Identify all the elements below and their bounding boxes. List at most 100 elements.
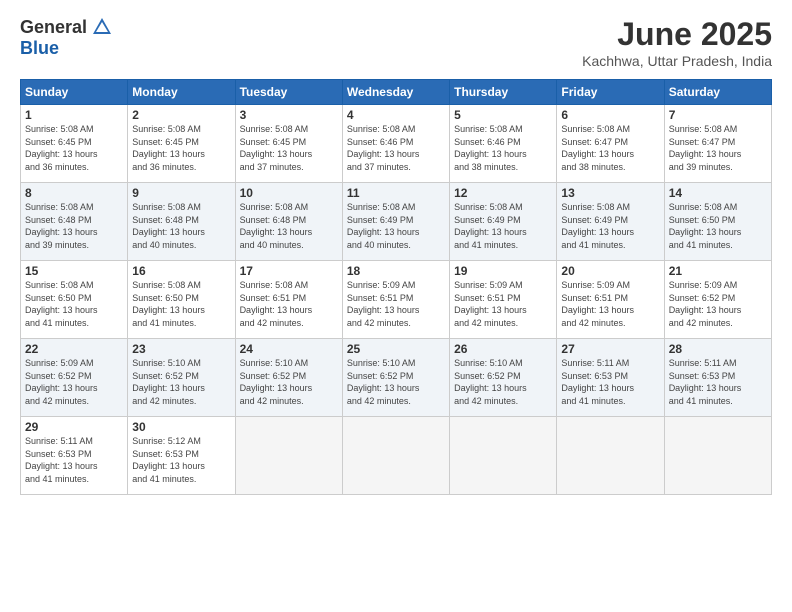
table-row (235, 417, 342, 495)
table-row: 9Sunrise: 5:08 AMSunset: 6:48 PMDaylight… (128, 183, 235, 261)
day-info: Sunrise: 5:10 AMSunset: 6:52 PMDaylight:… (132, 357, 230, 407)
day-info: Sunrise: 5:08 AMSunset: 6:48 PMDaylight:… (25, 201, 123, 251)
table-row: 28Sunrise: 5:11 AMSunset: 6:53 PMDayligh… (664, 339, 771, 417)
table-row (342, 417, 449, 495)
day-info: Sunrise: 5:08 AMSunset: 6:45 PMDaylight:… (240, 123, 338, 173)
table-row: 22Sunrise: 5:09 AMSunset: 6:52 PMDayligh… (21, 339, 128, 417)
day-number: 2 (132, 108, 230, 122)
table-row: 30Sunrise: 5:12 AMSunset: 6:53 PMDayligh… (128, 417, 235, 495)
day-info: Sunrise: 5:08 AMSunset: 6:50 PMDaylight:… (669, 201, 767, 251)
day-info: Sunrise: 5:09 AMSunset: 6:51 PMDaylight:… (454, 279, 552, 329)
day-number: 3 (240, 108, 338, 122)
day-number: 28 (669, 342, 767, 356)
title-section: June 2025 Kachhwa, Uttar Pradesh, India (582, 16, 772, 69)
day-number: 20 (561, 264, 659, 278)
calendar-week-2: 8Sunrise: 5:08 AMSunset: 6:48 PMDaylight… (21, 183, 772, 261)
day-info: Sunrise: 5:09 AMSunset: 6:52 PMDaylight:… (669, 279, 767, 329)
day-number: 21 (669, 264, 767, 278)
table-row: 23Sunrise: 5:10 AMSunset: 6:52 PMDayligh… (128, 339, 235, 417)
logo: General Blue (20, 16, 113, 59)
day-number: 29 (25, 420, 123, 434)
day-info: Sunrise: 5:09 AMSunset: 6:51 PMDaylight:… (561, 279, 659, 329)
table-row: 20Sunrise: 5:09 AMSunset: 6:51 PMDayligh… (557, 261, 664, 339)
col-monday: Monday (128, 80, 235, 105)
day-number: 23 (132, 342, 230, 356)
calendar-week-4: 22Sunrise: 5:09 AMSunset: 6:52 PMDayligh… (21, 339, 772, 417)
day-number: 18 (347, 264, 445, 278)
table-row: 24Sunrise: 5:10 AMSunset: 6:52 PMDayligh… (235, 339, 342, 417)
day-info: Sunrise: 5:09 AMSunset: 6:51 PMDaylight:… (347, 279, 445, 329)
day-info: Sunrise: 5:12 AMSunset: 6:53 PMDaylight:… (132, 435, 230, 485)
day-info: Sunrise: 5:08 AMSunset: 6:47 PMDaylight:… (561, 123, 659, 173)
day-info: Sunrise: 5:10 AMSunset: 6:52 PMDaylight:… (454, 357, 552, 407)
day-number: 30 (132, 420, 230, 434)
table-row: 10Sunrise: 5:08 AMSunset: 6:48 PMDayligh… (235, 183, 342, 261)
day-info: Sunrise: 5:08 AMSunset: 6:50 PMDaylight:… (25, 279, 123, 329)
day-number: 7 (669, 108, 767, 122)
table-row: 15Sunrise: 5:08 AMSunset: 6:50 PMDayligh… (21, 261, 128, 339)
calendar-table: Sunday Monday Tuesday Wednesday Thursday… (20, 79, 772, 495)
table-row: 7Sunrise: 5:08 AMSunset: 6:47 PMDaylight… (664, 105, 771, 183)
day-info: Sunrise: 5:11 AMSunset: 6:53 PMDaylight:… (25, 435, 123, 485)
day-number: 12 (454, 186, 552, 200)
day-number: 22 (25, 342, 123, 356)
day-info: Sunrise: 5:08 AMSunset: 6:46 PMDaylight:… (454, 123, 552, 173)
day-number: 16 (132, 264, 230, 278)
day-info: Sunrise: 5:08 AMSunset: 6:49 PMDaylight:… (561, 201, 659, 251)
day-info: Sunrise: 5:08 AMSunset: 6:51 PMDaylight:… (240, 279, 338, 329)
table-row: 11Sunrise: 5:08 AMSunset: 6:49 PMDayligh… (342, 183, 449, 261)
col-saturday: Saturday (664, 80, 771, 105)
table-row: 6Sunrise: 5:08 AMSunset: 6:47 PMDaylight… (557, 105, 664, 183)
table-row: 29Sunrise: 5:11 AMSunset: 6:53 PMDayligh… (21, 417, 128, 495)
table-row: 27Sunrise: 5:11 AMSunset: 6:53 PMDayligh… (557, 339, 664, 417)
day-number: 6 (561, 108, 659, 122)
day-info: Sunrise: 5:08 AMSunset: 6:49 PMDaylight:… (454, 201, 552, 251)
table-row (450, 417, 557, 495)
day-number: 27 (561, 342, 659, 356)
table-row: 25Sunrise: 5:10 AMSunset: 6:52 PMDayligh… (342, 339, 449, 417)
calendar-week-1: 1 Sunrise: 5:08 AMSunset: 6:45 PMDaylight… (21, 105, 772, 183)
day-number: 8 (25, 186, 123, 200)
page: General Blue June 2025 Kachhwa, Uttar Pr… (0, 0, 792, 612)
day-number: 17 (240, 264, 338, 278)
table-row: 3Sunrise: 5:08 AMSunset: 6:45 PMDaylight… (235, 105, 342, 183)
logo-general-text: General (20, 17, 87, 38)
table-row: 12Sunrise: 5:08 AMSunset: 6:49 PMDayligh… (450, 183, 557, 261)
day-number: 11 (347, 186, 445, 200)
day-number: 26 (454, 342, 552, 356)
table-row: 13Sunrise: 5:08 AMSunset: 6:49 PMDayligh… (557, 183, 664, 261)
calendar-week-3: 15Sunrise: 5:08 AMSunset: 6:50 PMDayligh… (21, 261, 772, 339)
table-row: 1Sunrise: 5:08 AMSunset: 6:45 PMDaylight… (21, 105, 128, 183)
day-info: Sunrise: 5:08 AMSunset: 6:47 PMDaylight:… (669, 123, 767, 173)
day-number: 14 (669, 186, 767, 200)
col-tuesday: Tuesday (235, 80, 342, 105)
col-friday: Friday (557, 80, 664, 105)
day-number: 25 (347, 342, 445, 356)
col-sunday: Sunday (21, 80, 128, 105)
header-row: Sunday Monday Tuesday Wednesday Thursday… (21, 80, 772, 105)
day-number: 1 (25, 108, 123, 122)
table-row (557, 417, 664, 495)
day-info: Sunrise: 5:08 AMSunset: 6:45 PMDaylight:… (132, 123, 230, 173)
day-info: Sunrise: 5:08 AMSunset: 6:48 PMDaylight:… (132, 201, 230, 251)
table-row: 19Sunrise: 5:09 AMSunset: 6:51 PMDayligh… (450, 261, 557, 339)
day-info: Sunrise: 5:08 AMSunset: 6:49 PMDaylight:… (347, 201, 445, 251)
table-row: 5Sunrise: 5:08 AMSunset: 6:46 PMDaylight… (450, 105, 557, 183)
day-number: 10 (240, 186, 338, 200)
day-number: 13 (561, 186, 659, 200)
table-row: 16Sunrise: 5:08 AMSunset: 6:50 PMDayligh… (128, 261, 235, 339)
table-row: 26Sunrise: 5:10 AMSunset: 6:52 PMDayligh… (450, 339, 557, 417)
day-info: Sunrise: 5:08 AMSunset: 6:50 PMDaylight:… (132, 279, 230, 329)
day-number: 5 (454, 108, 552, 122)
table-row: 14Sunrise: 5:08 AMSunset: 6:50 PMDayligh… (664, 183, 771, 261)
col-wednesday: Wednesday (342, 80, 449, 105)
logo-icon (91, 16, 113, 38)
table-row: 18Sunrise: 5:09 AMSunset: 6:51 PMDayligh… (342, 261, 449, 339)
day-info: Sunrise: 5:09 AMSunset: 6:52 PMDaylight:… (25, 357, 123, 407)
day-info: Sunrise: 5:10 AMSunset: 6:52 PMDaylight:… (240, 357, 338, 407)
table-row (664, 417, 771, 495)
day-info: Sunrise: 5:10 AMSunset: 6:52 PMDaylight:… (347, 357, 445, 407)
table-row: 17Sunrise: 5:08 AMSunset: 6:51 PMDayligh… (235, 261, 342, 339)
day-number: 24 (240, 342, 338, 356)
day-number: 9 (132, 186, 230, 200)
